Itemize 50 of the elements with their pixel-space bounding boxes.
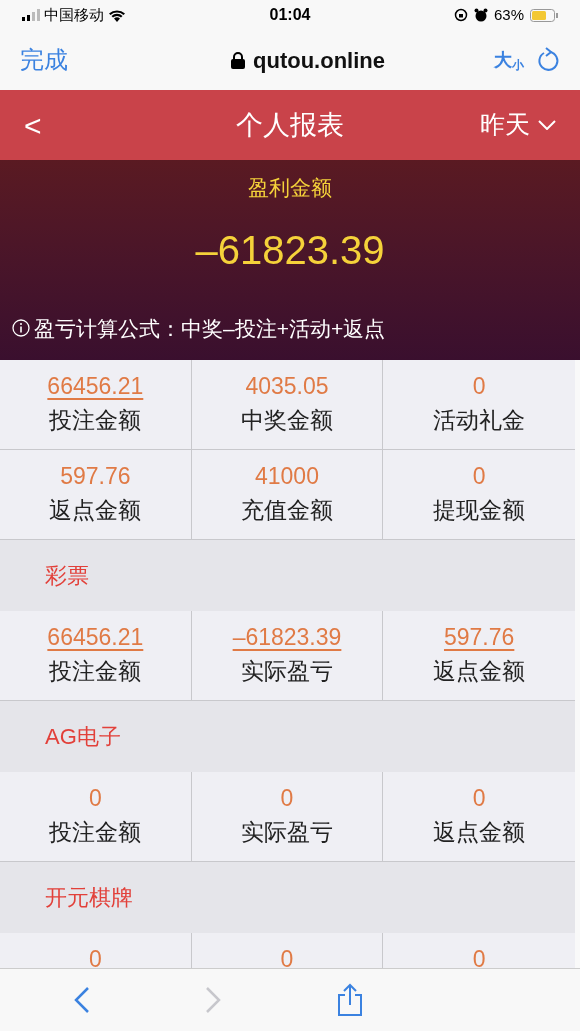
- share-icon[interactable]: [335, 983, 364, 1017]
- amount-label: 投注金额: [49, 406, 142, 435]
- amount-link[interactable]: –61823.39: [232, 623, 342, 651]
- wifi-icon: [108, 8, 126, 22]
- amount-link[interactable]: 597.76: [444, 623, 515, 651]
- amount-label: 中奖金额: [241, 406, 333, 435]
- amount-label: 投注金额: [49, 657, 142, 686]
- lock-icon: [231, 51, 245, 69]
- amount: 0: [472, 462, 486, 490]
- page-title: 个人报表: [235, 108, 345, 142]
- amount: 597.76: [60, 462, 131, 490]
- amount: 4035.05: [245, 372, 329, 400]
- amount: 0: [472, 784, 486, 812]
- amount: 0: [280, 784, 294, 812]
- section-title: AG电子: [45, 723, 121, 751]
- battery-percent: 63%: [493, 4, 524, 25]
- battery-icon: [530, 8, 558, 22]
- url-text[interactable]: qutou.online: [253, 43, 385, 77]
- profit-label: 盈利金额: [248, 175, 332, 201]
- section-title: 彩票: [45, 562, 89, 590]
- reload-icon[interactable]: [536, 47, 560, 73]
- amount: 0: [88, 945, 102, 973]
- info-icon: [12, 319, 30, 338]
- carrier-name: 中国移动: [44, 4, 104, 25]
- amount-link[interactable]: 66456.21: [47, 372, 144, 400]
- amount-label: 返点金额: [49, 496, 142, 525]
- formula-text: 盈亏计算公式：中奖–投注+活动+返点: [34, 315, 386, 342]
- section-title: 开元棋牌: [45, 884, 133, 912]
- amount: 0: [88, 784, 102, 812]
- amount-label: 充值金额: [241, 496, 333, 525]
- amount-label: 返点金额: [433, 818, 526, 847]
- amount: 0: [280, 945, 294, 973]
- amount-label: 返点金额: [433, 657, 526, 686]
- clock-time: 01:04: [268, 5, 312, 25]
- amount-label: 实际盈亏: [241, 657, 333, 686]
- signal-icon: [22, 9, 40, 21]
- done-button[interactable]: 完成: [20, 42, 150, 78]
- chevron-down-icon: [538, 120, 556, 130]
- amount-label: 实际盈亏: [241, 818, 333, 847]
- profit-amount: –61823.39: [195, 226, 385, 274]
- period-dropdown[interactable]: 昨天: [436, 106, 556, 144]
- amount: 41000: [255, 462, 319, 490]
- amount: 0: [472, 945, 486, 973]
- amount: 0: [472, 372, 486, 400]
- amount-label: 提现金额: [433, 496, 526, 525]
- rotation-lock-icon: [453, 8, 468, 22]
- amount-link[interactable]: 66456.21: [47, 623, 144, 651]
- amount-label: 活动礼金: [433, 406, 526, 435]
- back-button[interactable]: <: [24, 102, 144, 148]
- amount-label: 投注金额: [49, 818, 142, 847]
